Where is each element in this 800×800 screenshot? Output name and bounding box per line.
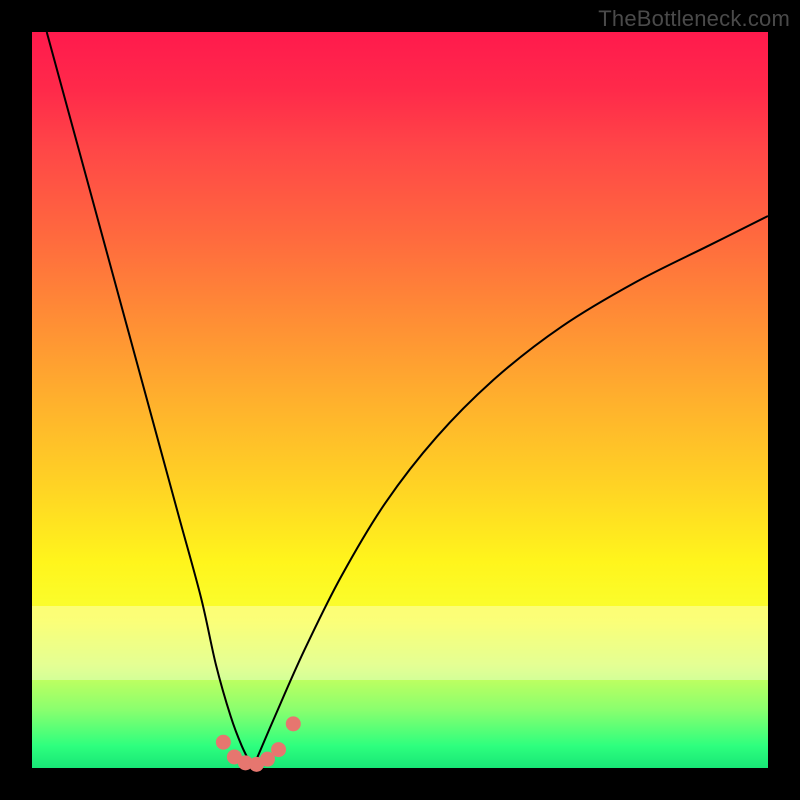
minimum-markers	[216, 716, 301, 771]
curve-layer	[32, 32, 768, 768]
minimum-marker	[286, 716, 301, 731]
plot-area	[32, 32, 768, 768]
chart-stage: TheBottleneck.com	[0, 0, 800, 800]
watermark-text: TheBottleneck.com	[598, 6, 790, 32]
curve-right-branch	[253, 216, 768, 768]
curve-left-branch	[47, 32, 253, 768]
minimum-marker	[216, 735, 231, 750]
minimum-marker	[271, 742, 286, 757]
